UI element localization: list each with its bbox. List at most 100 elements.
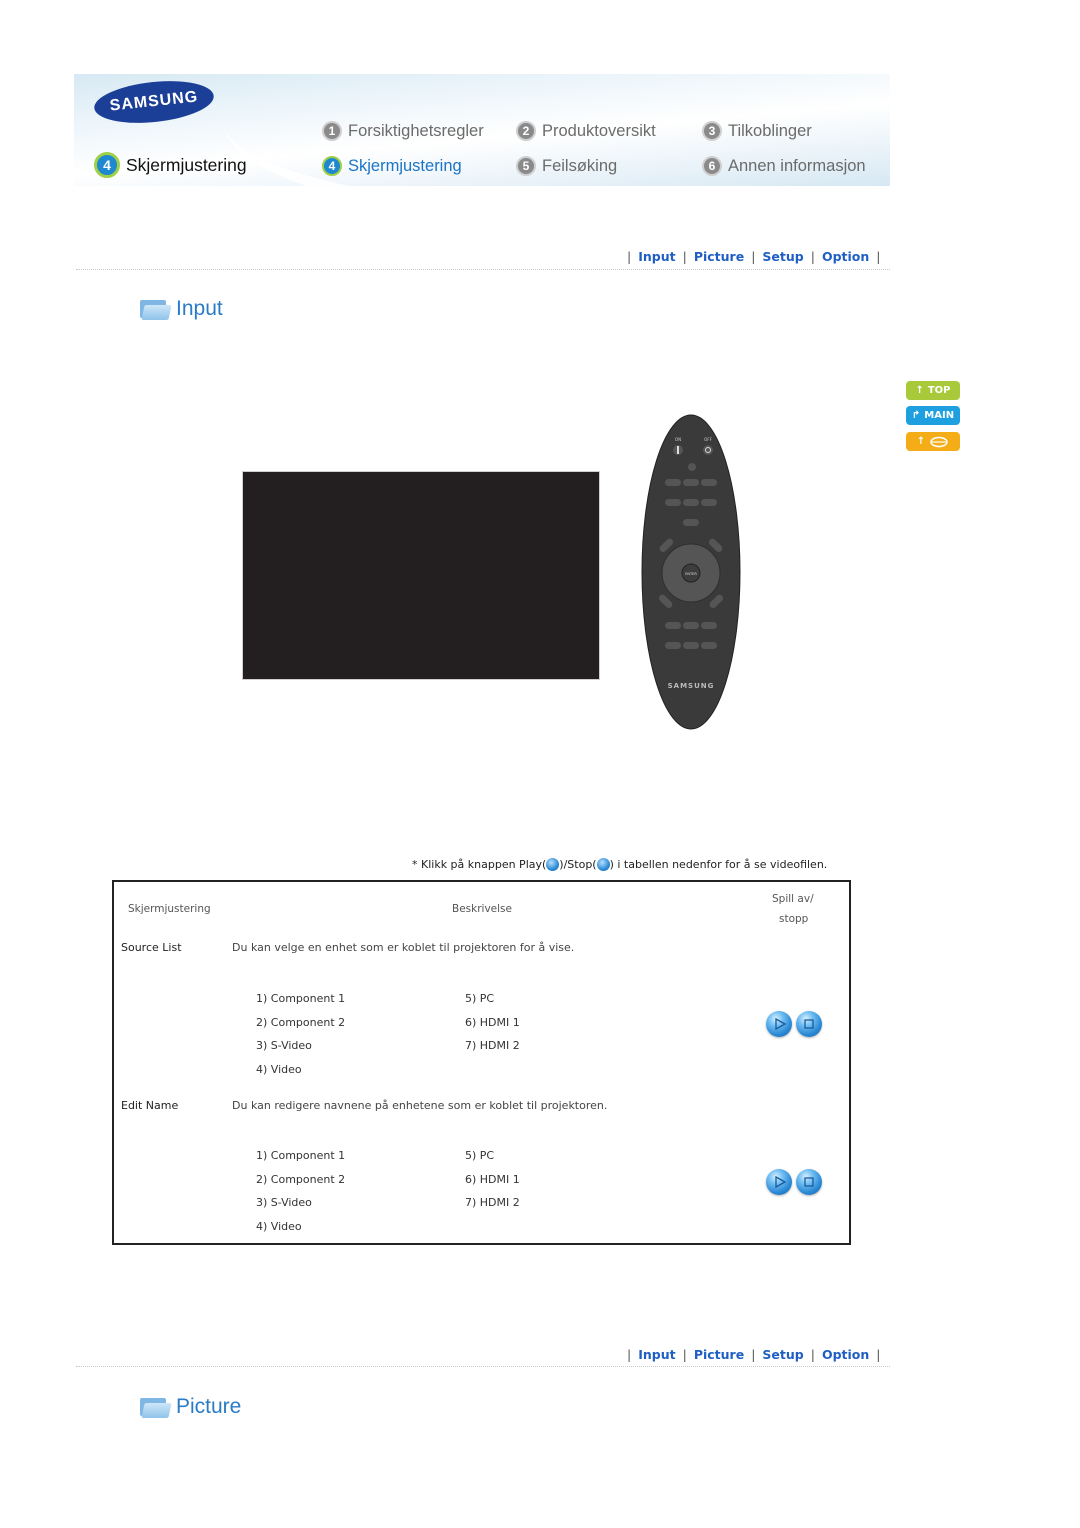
section-title-input: Input — [140, 297, 223, 321]
section-title-text: Picture — [176, 1395, 242, 1418]
arrow-up-icon: ↑ — [916, 436, 926, 447]
nav-label: Tilkoblinger — [728, 121, 812, 140]
nav-label: Annen informasjon — [728, 156, 866, 175]
remote-control-image: ON OFF ENTER SAMSUNG — [641, 414, 741, 730]
subnav-link-input[interactable]: Input — [638, 1347, 675, 1362]
list-item: 1) Component 1 — [256, 1149, 346, 1162]
separator: | — [751, 1347, 756, 1362]
folder-icon — [140, 298, 172, 320]
subnav-link-input[interactable]: Input — [638, 249, 675, 264]
list-item: 1) Component 1 — [256, 992, 346, 1005]
row-label-source-list: Source List — [121, 941, 182, 954]
samsung-logo: SAMSUNG — [92, 75, 216, 129]
instruction-note: * Klikk på knappen Play( )/Stop( ) i tab… — [412, 858, 827, 871]
number-badge-icon: 3 — [702, 121, 722, 141]
row-label-edit-name: Edit Name — [121, 1099, 179, 1112]
subnav-link-option[interactable]: Option — [822, 1347, 869, 1362]
number-badge-icon: 4 — [322, 156, 342, 176]
list-item: 2) Component 2 — [256, 1016, 346, 1029]
current-section-label: 4 Skjermjustering — [94, 152, 247, 178]
note-text: * Klikk på knappen Play( — [412, 858, 547, 871]
stop-icon — [804, 1019, 814, 1029]
nav-label: Feilsøking — [542, 156, 618, 175]
list-item: 7) HDMI 2 — [465, 1039, 520, 1052]
top-button[interactable]: ↑ TOP — [906, 381, 960, 400]
list-item: 7) HDMI 2 — [465, 1196, 520, 1209]
header-banner: SAMSUNG 4 Skjermjustering 1 Forsiktighet… — [74, 74, 890, 186]
number-badge-icon: 5 — [516, 156, 536, 176]
nav-item-tilkoblinger[interactable]: 3 Tilkoblinger — [702, 121, 812, 141]
stop-button[interactable] — [796, 1011, 822, 1037]
nav-label: Skjermjustering — [348, 156, 462, 175]
row-description: Du kan velge en enhet som er koblet til … — [232, 941, 575, 954]
subnav-link-setup[interactable]: Setup — [762, 249, 803, 264]
play-icon — [775, 1175, 787, 1189]
list-item: 5) PC — [465, 992, 495, 1005]
separator: | — [810, 1347, 815, 1362]
row-description: Du kan redigere navnene på enhetene som … — [232, 1099, 608, 1112]
top-button-label: TOP — [927, 385, 951, 396]
remote-on-label: ON — [675, 437, 681, 442]
play-button[interactable] — [766, 1169, 792, 1195]
subnav-link-setup[interactable]: Setup — [762, 1347, 803, 1362]
column-header: Spill av/ — [772, 893, 814, 905]
list-item: 4) Video — [256, 1220, 302, 1233]
number-badge-icon: 2 — [516, 121, 536, 141]
column-header: Beskrivelse — [452, 903, 512, 915]
note-text: ) i tabellen nedenfor for å se videofile… — [609, 858, 828, 871]
divider — [76, 269, 890, 270]
video-screen — [242, 471, 600, 680]
remote-enter-label: ENTER — [685, 572, 697, 576]
separator: | — [627, 249, 632, 264]
subnav-link-picture[interactable]: Picture — [694, 249, 744, 264]
nav-label: Forsiktighetsregler — [348, 121, 484, 140]
nav-item-annen-informasjon[interactable]: 6 Annen informasjon — [702, 156, 866, 176]
nav-item-feilsoking[interactable]: 5 Feilsøking — [516, 156, 617, 176]
separator: | — [627, 1347, 632, 1362]
list-item: 5) PC — [465, 1149, 495, 1162]
separator: | — [751, 249, 756, 264]
turn-arrow-icon: ↱ — [911, 410, 921, 421]
nav-label: Produktoversikt — [542, 121, 656, 140]
main-button-label: MAIN — [924, 410, 955, 421]
stop-icon — [804, 1177, 814, 1187]
number-badge-icon: 1 — [322, 121, 342, 141]
list-item: 3) S-Video — [256, 1196, 312, 1209]
section-title-picture: Picture — [140, 1395, 241, 1419]
remote-brand: SAMSUNG — [668, 682, 715, 690]
note-text: )/Stop( — [559, 858, 597, 871]
main-button[interactable]: ↱ MAIN — [906, 406, 960, 425]
number-badge-icon: 6 — [702, 156, 722, 176]
separator: | — [682, 249, 687, 264]
separator: | — [810, 249, 815, 264]
list-item: 6) HDMI 1 — [465, 1016, 520, 1029]
list-item: 3) S-Video — [256, 1039, 312, 1052]
separator: | — [876, 1347, 881, 1362]
divider — [76, 1366, 890, 1367]
stop-icon — [596, 858, 610, 871]
section-subnav-top: | Input | Picture | Setup | Option | — [620, 249, 887, 264]
play-icon — [546, 858, 560, 871]
play-icon — [775, 1017, 787, 1031]
separator: | — [682, 1347, 687, 1362]
column-header: Skjermjustering — [128, 903, 211, 915]
subnav-link-picture[interactable]: Picture — [694, 1347, 744, 1362]
stop-button[interactable] — [796, 1169, 822, 1195]
nav-item-forsiktighetsregler[interactable]: 1 Forsiktighetsregler — [322, 121, 484, 141]
nav-item-produktoversikt[interactable]: 2 Produktoversikt — [516, 121, 656, 141]
list-item: 4) Video — [256, 1063, 302, 1076]
folder-icon — [140, 1396, 172, 1418]
column-header: stopp — [779, 913, 809, 925]
section-title-text: Input — [176, 297, 223, 320]
section-number-badge: 4 — [94, 152, 120, 178]
remote-off-label: OFF — [704, 437, 712, 442]
list-item: 2) Component 2 — [256, 1173, 346, 1186]
previous-button[interactable]: ↑ — [906, 432, 960, 451]
subnav-link-option[interactable]: Option — [822, 249, 869, 264]
section-subnav-bottom: | Input | Picture | Setup | Option | — [620, 1347, 887, 1362]
nav-item-skjermjustering[interactable]: 4 Skjermjustering — [322, 156, 462, 176]
link-icon — [930, 436, 948, 447]
play-button[interactable] — [766, 1011, 792, 1037]
list-item: 6) HDMI 1 — [465, 1173, 520, 1186]
current-section-text: Skjermjustering — [126, 154, 247, 175]
